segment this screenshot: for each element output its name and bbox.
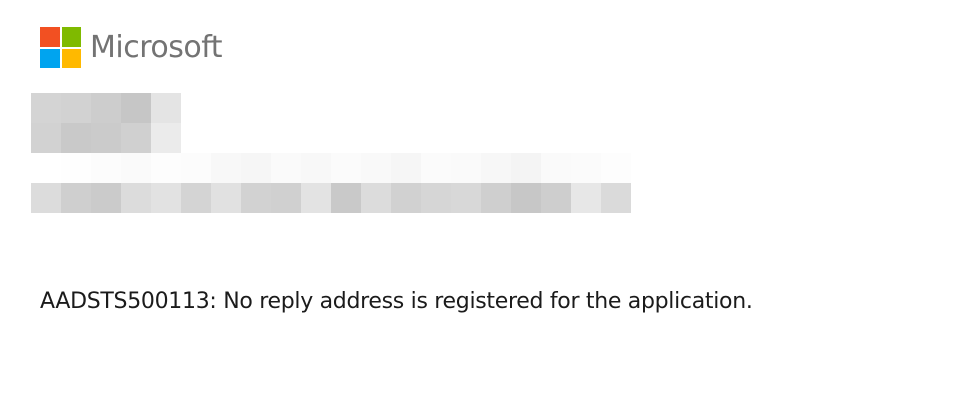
redaction-pixel bbox=[481, 183, 511, 213]
redaction-pixel bbox=[31, 183, 61, 213]
redaction-pixel bbox=[181, 183, 211, 213]
logo-square-blue bbox=[40, 48, 60, 68]
redaction-pixel bbox=[61, 153, 91, 183]
redaction-pixel bbox=[151, 183, 181, 213]
redaction-pixel bbox=[121, 93, 151, 123]
redaction-pixel bbox=[91, 123, 121, 153]
redaction-pixel bbox=[121, 123, 151, 153]
redaction-pixel bbox=[31, 153, 61, 183]
logo-square-yellow bbox=[61, 48, 81, 68]
redaction-pixel bbox=[391, 153, 421, 183]
redaction-pixel bbox=[571, 183, 601, 213]
logo-square-red bbox=[40, 27, 60, 47]
redaction-pixel bbox=[511, 153, 541, 183]
redaction-pixel bbox=[31, 123, 61, 153]
redaction-pixel bbox=[511, 183, 541, 213]
redaction-pixel bbox=[121, 153, 151, 183]
redaction-pixel bbox=[91, 183, 121, 213]
redaction-pixel bbox=[91, 93, 121, 123]
redaction-pixel bbox=[301, 183, 331, 213]
redaction-pixel bbox=[211, 183, 241, 213]
redaction-pixel bbox=[361, 183, 391, 213]
redaction-pixel bbox=[31, 93, 61, 123]
redaction-pixel bbox=[61, 93, 91, 123]
microsoft-four-squares-icon bbox=[40, 27, 81, 68]
redaction-pixel bbox=[541, 183, 571, 213]
redaction-pixel bbox=[421, 153, 451, 183]
redaction-pixel bbox=[151, 123, 181, 153]
redaction-pixel bbox=[301, 153, 331, 183]
redaction-pixel bbox=[571, 153, 601, 183]
redaction-pixel bbox=[241, 183, 271, 213]
redaction-pixel bbox=[181, 153, 211, 183]
redaction-pixel bbox=[451, 153, 481, 183]
redaction-pixel bbox=[601, 183, 631, 213]
redaction-pixel bbox=[481, 153, 511, 183]
redaction-pixel bbox=[151, 153, 181, 183]
redaction-pixel bbox=[421, 183, 451, 213]
redaction-pixel bbox=[391, 183, 421, 213]
redaction-pixel bbox=[331, 183, 361, 213]
redaction-pixel bbox=[151, 93, 181, 123]
redaction-pixel bbox=[121, 183, 151, 213]
microsoft-logo: Microsoft bbox=[40, 27, 223, 68]
brand-name: Microsoft bbox=[90, 30, 223, 65]
redaction-pixel bbox=[211, 153, 241, 183]
redaction-pixel bbox=[91, 153, 121, 183]
redaction-pixel bbox=[271, 183, 301, 213]
redaction-pixel bbox=[241, 153, 271, 183]
logo-square-green bbox=[61, 27, 81, 47]
redaction-pixel bbox=[331, 153, 361, 183]
redaction-pixel bbox=[61, 123, 91, 153]
redaction-pixel bbox=[361, 153, 391, 183]
redaction-pixel bbox=[61, 183, 91, 213]
redacted-account-name bbox=[31, 93, 181, 153]
redaction-pixel bbox=[541, 153, 571, 183]
redaction-pixel bbox=[271, 153, 301, 183]
error-message: AADSTS500113: No reply address is regist… bbox=[40, 289, 753, 314]
redaction-pixel bbox=[601, 153, 631, 183]
redacted-description bbox=[31, 153, 631, 213]
redaction-pixel bbox=[451, 183, 481, 213]
